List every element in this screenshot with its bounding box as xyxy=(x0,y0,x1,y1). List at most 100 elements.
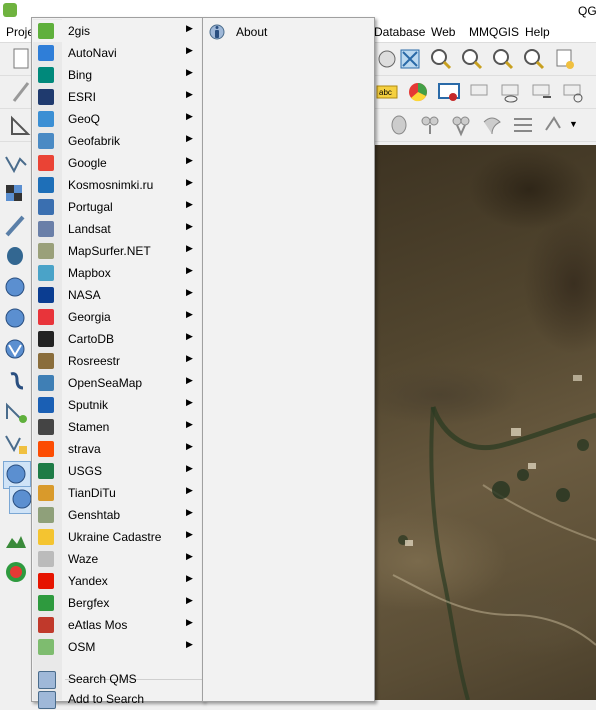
menu-item-mapbox[interactable]: Mapbox ▶ xyxy=(33,262,202,284)
rotate-feature-icon[interactable] xyxy=(540,112,566,138)
submenu-arrow-icon: ▶ xyxy=(186,177,193,187)
window-title: QG xyxy=(578,4,596,18)
cartodb-icon xyxy=(38,331,54,347)
menu-item-cartodb[interactable]: CartoDB ▶ xyxy=(33,328,202,350)
mapbox-icon xyxy=(38,265,54,281)
menu-item-yandex[interactable]: Yandex ▶ xyxy=(33,570,202,592)
submenu-arrow-icon: ▶ xyxy=(186,23,193,33)
zoom-next-icon[interactable] xyxy=(521,46,547,72)
toolbar-dropdown-arrow-icon[interactable]: ▼ xyxy=(569,119,578,129)
label-move-icon[interactable] xyxy=(529,79,555,105)
menu-item-genshtab[interactable]: Genshtab ▶ xyxy=(33,504,202,526)
menu-item-geoq[interactable]: GeoQ ▶ xyxy=(33,108,202,130)
map-canvas[interactable] xyxy=(373,145,596,700)
submenu-arrow-icon: ▶ xyxy=(186,485,193,495)
openseamap-icon xyxy=(38,375,54,391)
new-spatialite-layer-icon[interactable] xyxy=(3,430,29,456)
terrain-profile-icon[interactable] xyxy=(3,528,29,554)
menu-item-label: ESRI xyxy=(68,90,97,104)
menu-item-ukraine-cadastre[interactable]: Ukraine Cadastre ▶ xyxy=(33,526,202,548)
new-bookmark-icon[interactable] xyxy=(552,46,578,72)
shape-tool-icon[interactable] xyxy=(386,112,412,138)
submenu-arrow-icon: ▶ xyxy=(186,199,193,209)
portugal-icon xyxy=(38,199,54,215)
submenu-arrow-icon: ▶ xyxy=(186,221,193,231)
zoom-last-icon[interactable] xyxy=(490,46,516,72)
menu-item-osm[interactable]: OSM ▶ xyxy=(33,636,202,658)
menu-item-kosmosnimki[interactable]: Kosmosnimki.ru ▶ xyxy=(33,174,202,196)
add-spatialite-layer-icon[interactable] xyxy=(3,213,29,239)
menu-item-label: OSM xyxy=(68,640,96,654)
add-vector-layer-icon[interactable] xyxy=(3,151,29,177)
submenu-arrow-icon: ▶ xyxy=(186,419,193,429)
menu-help[interactable]: Help xyxy=(525,25,550,39)
menu-item-about[interactable]: About xyxy=(204,20,373,44)
menu-project[interactable]: Proje xyxy=(6,25,34,39)
submenu-arrow-icon: ▶ xyxy=(186,529,193,539)
label-pin-icon[interactable] xyxy=(436,79,462,105)
diagram-icon[interactable] xyxy=(405,79,431,105)
menu-item-esri[interactable]: ESRI ▶ xyxy=(33,86,202,108)
menu-item-georgia[interactable]: Georgia ▶ xyxy=(33,306,202,328)
menu-item-nasa[interactable]: NASA ▶ xyxy=(33,284,202,306)
split-features-icon[interactable] xyxy=(417,112,443,138)
menu-item-geofabrik[interactable]: Geofabrik ▶ xyxy=(33,130,202,152)
layer-toolbar xyxy=(0,145,37,700)
add-wfs-layer-icon[interactable] xyxy=(3,337,29,363)
reshape-icon[interactable] xyxy=(479,112,505,138)
label-show-hide-icon[interactable] xyxy=(467,79,493,105)
label-rotate-icon[interactable] xyxy=(560,79,586,105)
add-wms-layer-icon[interactable] xyxy=(3,275,29,301)
menu-item-label: Mapbox xyxy=(68,266,111,280)
submenu-arrow-icon: ▶ xyxy=(186,309,193,319)
add-postgis-layer-icon[interactable] xyxy=(3,244,29,270)
menu-item-bing[interactable]: Bing ▶ xyxy=(33,64,202,86)
label-preview-icon[interactable] xyxy=(498,79,524,105)
menu-item-bergfex[interactable]: Bergfex ▶ xyxy=(33,592,202,614)
submenu-arrow-icon: ▶ xyxy=(186,67,193,77)
menu-item-stamen[interactable]: Stamen ▶ xyxy=(33,416,202,438)
zoom-full-icon[interactable] xyxy=(397,46,423,72)
menu-action-add-to-search[interactable]: Add to Search xyxy=(33,688,202,710)
menu-item-label: 2gis xyxy=(68,24,91,38)
menu-web[interactable]: Web xyxy=(431,25,455,39)
quickmapservices-icon[interactable] xyxy=(3,461,31,489)
menu-action-search-qms[interactable]: Search QMS xyxy=(33,668,202,690)
menu-item-label: Ukraine Cadastre xyxy=(68,530,162,544)
eatlas-mos-icon xyxy=(38,617,54,633)
menu-item-label: Yandex xyxy=(68,574,108,588)
heatmap-icon[interactable] xyxy=(3,559,29,585)
add-delimited-text-icon[interactable] xyxy=(3,368,29,394)
new-shapefile-icon[interactable] xyxy=(3,399,29,425)
sputnik-icon xyxy=(38,397,54,413)
menu-item-portugal[interactable]: Portugal ▶ xyxy=(33,196,202,218)
qgis-logo-icon xyxy=(3,3,17,17)
menu-item-label: Portugal xyxy=(68,200,113,214)
menu-item-rosreestr[interactable]: Rosreestr ▶ xyxy=(33,350,202,372)
submenu-arrow-icon: ▶ xyxy=(186,595,193,605)
menu-item-sputnik[interactable]: Sputnik ▶ xyxy=(33,394,202,416)
menu-item-strava[interactable]: strava ▶ xyxy=(33,438,202,460)
merge-features-icon[interactable] xyxy=(448,112,474,138)
menu-item-label: AutoNavi xyxy=(68,46,117,60)
menu-item-label: eAtlas Mos xyxy=(68,618,128,632)
zoom-in-icon[interactable] xyxy=(428,46,454,72)
menu-item-autonavi[interactable]: AutoNavi ▶ xyxy=(33,42,202,64)
menu-item-waze[interactable]: Waze ▶ xyxy=(33,548,202,570)
menu-item-usgs[interactable]: USGS ▶ xyxy=(33,460,202,482)
menu-item-mapsurfer[interactable]: MapSurfer.NET ▶ xyxy=(33,240,202,262)
add-raster-layer-icon[interactable] xyxy=(3,182,29,208)
menu-database[interactable]: Database xyxy=(374,25,425,39)
label-highlight-icon[interactable]: abc xyxy=(374,79,400,105)
offset-curve-icon[interactable] xyxy=(510,112,536,138)
menu-item-google[interactable]: Google ▶ xyxy=(33,152,202,174)
add-wcs-layer-icon[interactable] xyxy=(3,306,29,332)
menu-item-openseamap[interactable]: OpenSeaMap ▶ xyxy=(33,372,202,394)
menu-item-label: OpenSeaMap xyxy=(68,376,143,390)
menu-item-eatlas-mos[interactable]: eAtlas Mos ▶ xyxy=(33,614,202,636)
zoom-out-icon[interactable] xyxy=(459,46,485,72)
menu-item-2gis[interactable]: 2gis ▶ xyxy=(33,20,202,42)
menu-item-tianditu[interactable]: TianDiTu ▶ xyxy=(33,482,202,504)
menu-mmqgis[interactable]: MMQGIS xyxy=(469,25,519,39)
menu-item-landsat[interactable]: Landsat ▶ xyxy=(33,218,202,240)
